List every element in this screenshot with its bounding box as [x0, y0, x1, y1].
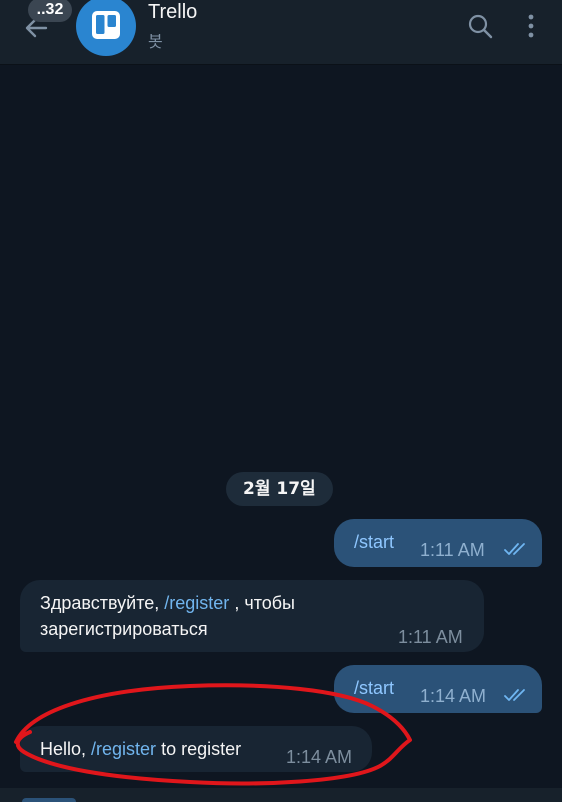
text-span: Здравствуйте,: [40, 593, 165, 613]
composer-area: [0, 788, 562, 802]
message-time: 1:11 AM: [420, 540, 485, 560]
message-text: /start: [354, 675, 394, 701]
double-check-icon: [504, 543, 525, 555]
command-link[interactable]: /start: [354, 532, 394, 552]
message-bubble-incoming[interactable]: Здравствуйте, /register , чтобы зарегист…: [20, 580, 484, 652]
chat-title[interactable]: Trello: [148, 1, 197, 24]
chat-subtitle: 봇: [148, 32, 163, 51]
message-time: 1:11 AM: [398, 627, 463, 647]
avatar[interactable]: [76, 0, 136, 56]
message-text: /start: [354, 529, 394, 555]
message-bubble-incoming[interactable]: Hello, /register to register 1:14 AM: [20, 726, 372, 772]
more-vertical-icon: [528, 14, 534, 38]
text-span: Hello,: [40, 739, 92, 759]
more-options-button[interactable]: [520, 12, 542, 40]
double-check-icon: [504, 689, 525, 701]
command-link[interactable]: /register: [91, 739, 156, 759]
message-text: Hello, /register to register: [40, 736, 241, 762]
trello-logo-icon: [92, 11, 120, 39]
partial-element: [22, 798, 76, 802]
message-bubble-outgoing[interactable]: /start 1:11 AM: [334, 519, 542, 567]
search-icon: [468, 14, 493, 39]
chat-window: ..32 Trello 봇 2월 17일 /start 1:11 AM Здра…: [0, 0, 562, 802]
message-time: 1:14 AM: [420, 686, 487, 706]
date-separator: 2월 17일: [226, 472, 333, 506]
message-text: Здравствуйте, /register , чтобы зарегист…: [40, 590, 370, 642]
chat-header: ..32 Trello 봇: [0, 0, 562, 65]
search-button[interactable]: [466, 12, 494, 40]
text-span: to register: [156, 739, 242, 759]
command-link[interactable]: /register: [164, 593, 229, 613]
unread-count-badge: ..32: [28, 0, 72, 22]
command-link[interactable]: /start: [354, 678, 394, 698]
message-bubble-outgoing[interactable]: /start 1:14 AM: [334, 665, 542, 713]
message-time: 1:14 AM: [286, 747, 353, 767]
